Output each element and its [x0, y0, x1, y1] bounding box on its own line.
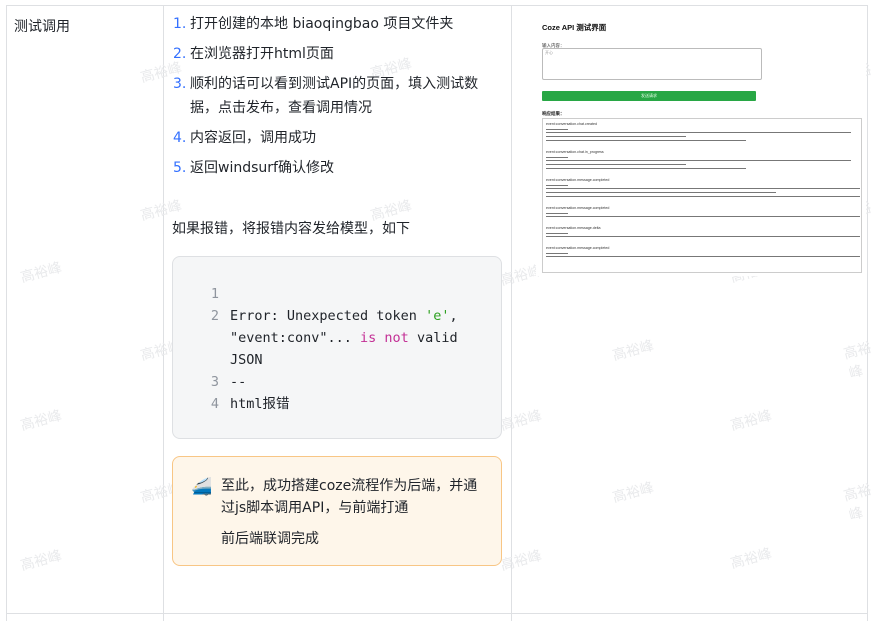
response-data-line [546, 129, 568, 131]
step-item: 3. 顺利的话可以看到测试API的页面，填入测试数 据，点击发布，查看调用情况 [173, 72, 503, 120]
response-data-line [546, 136, 686, 138]
step-number: 3. [173, 76, 187, 92]
step-text: 顺利的话可以看到测试API的页面，填入测试数 据，点击发布，查看调用情况 [190, 72, 478, 120]
response-data-line [546, 160, 851, 162]
response-data-line [546, 140, 746, 142]
response-event: event:conversation.chat.in_progress [546, 150, 604, 154]
error-hint-text: 如果报错，将报错内容发给模型，如下 [172, 221, 410, 237]
response-event: event:conversation.message.delta [546, 226, 601, 230]
screenshot-submit-label: 发送请求 [641, 93, 657, 98]
line-number: 1 [210, 286, 219, 302]
step-number: 2. [173, 46, 187, 62]
code-block[interactable]: 1 2 Error: Unexpected token 'e', "event:… [172, 256, 502, 439]
watermark-text: 高裕峰 [728, 407, 774, 435]
code-plain: , [449, 308, 458, 324]
step-item: 4. 内容返回，调用成功 [173, 126, 503, 150]
step-number: 4. [173, 130, 187, 146]
table-row-divider [6, 613, 868, 614]
table-left-border [6, 5, 7, 621]
code-text: html报错 [230, 396, 290, 412]
response-data-line [546, 196, 860, 198]
watermark-text: 高裕峰 [842, 481, 874, 524]
response-data-line [546, 185, 568, 187]
watermark-text: 高裕峰 [728, 545, 774, 573]
watermark-text: 高裕峰 [498, 407, 544, 435]
response-data-line [546, 233, 568, 235]
step-item: 1. 打开创建的本地 biaoqingbao 项目文件夹 [173, 12, 503, 36]
code-text: -- [230, 374, 247, 390]
step-text-line: 顺利的话可以看到测试API的页面，填入测试数 [190, 76, 479, 92]
line-number: 4 [210, 396, 219, 412]
watermark-text: 高裕峰 [18, 407, 64, 435]
screenshot-input-field: 开心 [542, 48, 762, 80]
step-text: 内容返回，调用成功 [190, 130, 316, 146]
code-text: Error: Unexpected token 'e', [230, 305, 458, 327]
watermark-text: 高裕峰 [18, 547, 64, 575]
step-text: 打开创建的本地 biaoqingbao 项目文件夹 [190, 16, 454, 32]
screenshot-submit-button: 发送请求 [542, 91, 756, 101]
response-data-line [546, 213, 568, 215]
code-plain: Error: Unexpected token [230, 308, 426, 324]
response-data-line [546, 168, 746, 170]
watermark-text: 高裕峰 [18, 259, 64, 287]
code-string: 'e' [425, 308, 450, 324]
response-data-line [546, 192, 776, 194]
step-text-line: 据，点击发布，查看调用情况 [190, 100, 372, 116]
step-number: 5. [173, 160, 187, 176]
train-icon: 🚄 [191, 477, 213, 497]
table-col-divider-1 [163, 5, 164, 621]
response-data-line [546, 216, 860, 218]
screenshot-response-box: event:conversation.chat.created event:co… [542, 118, 862, 273]
response-data-line [546, 236, 860, 238]
code-text: JSON [230, 352, 263, 368]
row-title: 测试调用 [14, 19, 70, 35]
step-item: 2. 在浏览器打开html页面 [173, 42, 503, 66]
callout-text-line: 至此，成功搭建coze流程作为后端，并通 [221, 478, 478, 494]
response-data-line [546, 253, 568, 255]
callout-text-line: 过js脚本调用API，与前端打通 [221, 500, 409, 516]
step-list: 1. 打开创建的本地 biaoqingbao 项目文件夹 2. 在浏览器打开ht… [173, 12, 503, 186]
watermark-text: 高裕峰 [610, 479, 656, 507]
step-item: 5. 返回windsurf确认修改 [173, 156, 503, 180]
response-event: event:conversation.message.completed [546, 178, 610, 182]
embedded-screenshot: Coze API 测试界面 输入内容： 开心 发送请求 响应结果： event:… [536, 16, 866, 276]
table-right-border [867, 5, 868, 621]
watermark-text: 高裕峰 [498, 547, 544, 575]
watermark-text: 高裕峰 [610, 337, 656, 365]
response-data-line [546, 188, 860, 190]
response-event: event:conversation.message.completed [546, 246, 610, 250]
screenshot-title: Coze API 测试界面 [542, 23, 607, 32]
response-data-line [546, 164, 686, 166]
step-text: 返回windsurf确认修改 [190, 160, 334, 176]
table-top-border [6, 5, 868, 6]
step-text: 在浏览器打开html页面 [190, 46, 334, 62]
step-number: 1. [173, 16, 187, 32]
code-text: "event:conv"... is not valid [230, 327, 458, 349]
code-plain: valid [408, 330, 458, 346]
callout-text-line: 前后端联调完成 [221, 531, 319, 547]
screenshot-response-label: 响应结果： [542, 111, 565, 116]
code-keyword: is not [360, 330, 409, 346]
screenshot-input-value: 开心 [545, 50, 553, 55]
response-data-line [546, 132, 851, 134]
line-number: 3 [210, 374, 219, 390]
response-data-line [546, 157, 568, 159]
code-plain: "event:conv"... [230, 330, 361, 346]
line-number: 2 [210, 308, 219, 324]
table-col-divider-2 [511, 5, 512, 621]
callout-box: 🚄 至此，成功搭建coze流程作为后端，并通 过js脚本调用API，与前端打通 … [172, 456, 502, 566]
response-event: event:conversation.chat.created [546, 122, 597, 126]
response-event: event:conversation.message.completed [546, 206, 610, 210]
response-data-line [546, 256, 860, 258]
watermark-text: 高裕峰 [842, 339, 874, 382]
